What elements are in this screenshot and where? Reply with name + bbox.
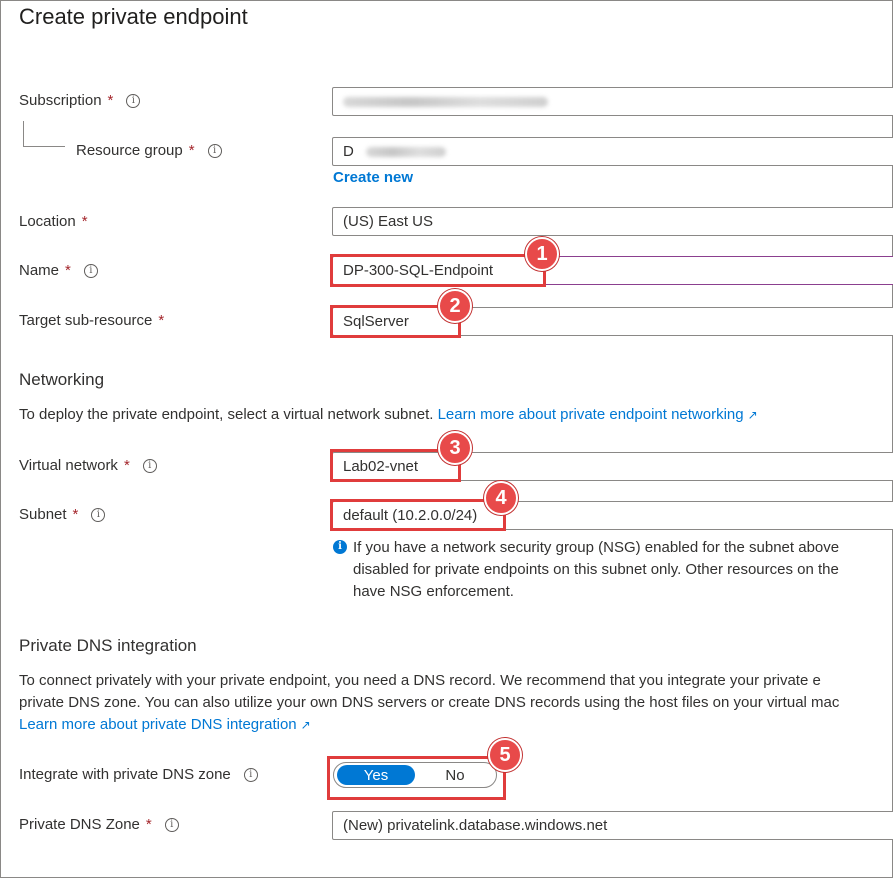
learn-more-networking-link[interactable]: Learn more about private endpoint networ…	[438, 406, 758, 423]
required-asterisk: *	[72, 506, 79, 523]
create-new-link[interactable]: Create new	[333, 169, 413, 186]
dns-learn-more-line: Learn more about private DNS integration…	[19, 714, 311, 736]
private-dns-zone-label: Private DNS Zone * i	[19, 816, 179, 833]
name-label: Name * i	[19, 262, 98, 279]
target-sub-resource-dropdown[interactable]: SqlServer	[332, 307, 893, 336]
integrate-dns-label: Integrate with private DNS zone i	[19, 766, 258, 783]
info-icon[interactable]: i	[243, 767, 258, 782]
info-icon[interactable]: i	[83, 263, 98, 278]
networking-description: To deploy the private endpoint, select a…	[19, 406, 758, 423]
info-icon[interactable]: i	[164, 817, 179, 832]
step-marker-4: 4	[484, 481, 518, 515]
location-label: Location *	[19, 213, 88, 230]
toggle-no-option[interactable]: No	[416, 765, 494, 785]
dns-description-line1: To connect privately with your private e…	[19, 672, 821, 689]
external-link-icon: ↗	[300, 718, 311, 732]
page-title: Create private endpoint	[19, 4, 248, 29]
subnet-label: Subnet * i	[19, 506, 106, 523]
tree-connector	[23, 121, 65, 147]
networking-heading: Networking	[19, 370, 105, 389]
resource-group-label: Resource group * i	[76, 142, 222, 159]
required-asterisk: *	[81, 213, 88, 230]
subnet-dropdown[interactable]: default (10.2.0.0/24)	[332, 501, 893, 530]
external-link-icon: ↗	[747, 408, 758, 422]
nsg-info-note: i If you have a network security group (…	[333, 537, 839, 603]
info-icon[interactable]: i	[142, 458, 157, 473]
resource-group-dropdown[interactable]: D	[332, 137, 893, 166]
target-sub-resource-label: Target sub-resource *	[19, 312, 165, 329]
dns-heading: Private DNS integration	[19, 636, 197, 655]
required-asterisk: *	[158, 312, 165, 329]
dns-description-line2: private DNS zone. You can also utilize y…	[19, 694, 840, 711]
private-dns-zone-dropdown[interactable]: (New) privatelink.database.windows.net	[332, 811, 893, 840]
info-icon[interactable]: i	[91, 507, 106, 522]
integrate-dns-toggle[interactable]: Yes No	[333, 762, 497, 788]
subscription-label: Subscription * i	[19, 92, 141, 109]
virtual-network-label: Virtual network * i	[19, 457, 157, 474]
location-dropdown[interactable]: (US) East US	[332, 207, 893, 236]
step-marker-3: 3	[438, 431, 472, 465]
info-filled-icon: i	[333, 540, 347, 554]
toggle-yes-option[interactable]: Yes	[337, 765, 415, 785]
required-asterisk: *	[145, 816, 152, 833]
info-icon[interactable]: i	[207, 143, 222, 158]
learn-more-dns-link[interactable]: Learn more about private DNS integration…	[19, 716, 311, 733]
virtual-network-dropdown[interactable]: Lab02-vnet	[332, 452, 893, 481]
subscription-dropdown[interactable]	[332, 87, 893, 116]
required-asterisk: *	[188, 142, 195, 159]
required-asterisk: *	[123, 457, 130, 474]
redacted-resource-group-value	[365, 146, 446, 157]
name-input[interactable]: DP-300-SQL-Endpoint	[332, 256, 893, 285]
info-icon[interactable]: i	[126, 93, 141, 108]
required-asterisk: *	[65, 262, 71, 279]
required-asterisk: *	[107, 92, 114, 109]
step-marker-1: 1	[525, 237, 559, 271]
redacted-subscription-value	[343, 96, 548, 107]
step-marker-5: 5	[488, 738, 522, 772]
step-marker-2: 2	[438, 289, 472, 323]
